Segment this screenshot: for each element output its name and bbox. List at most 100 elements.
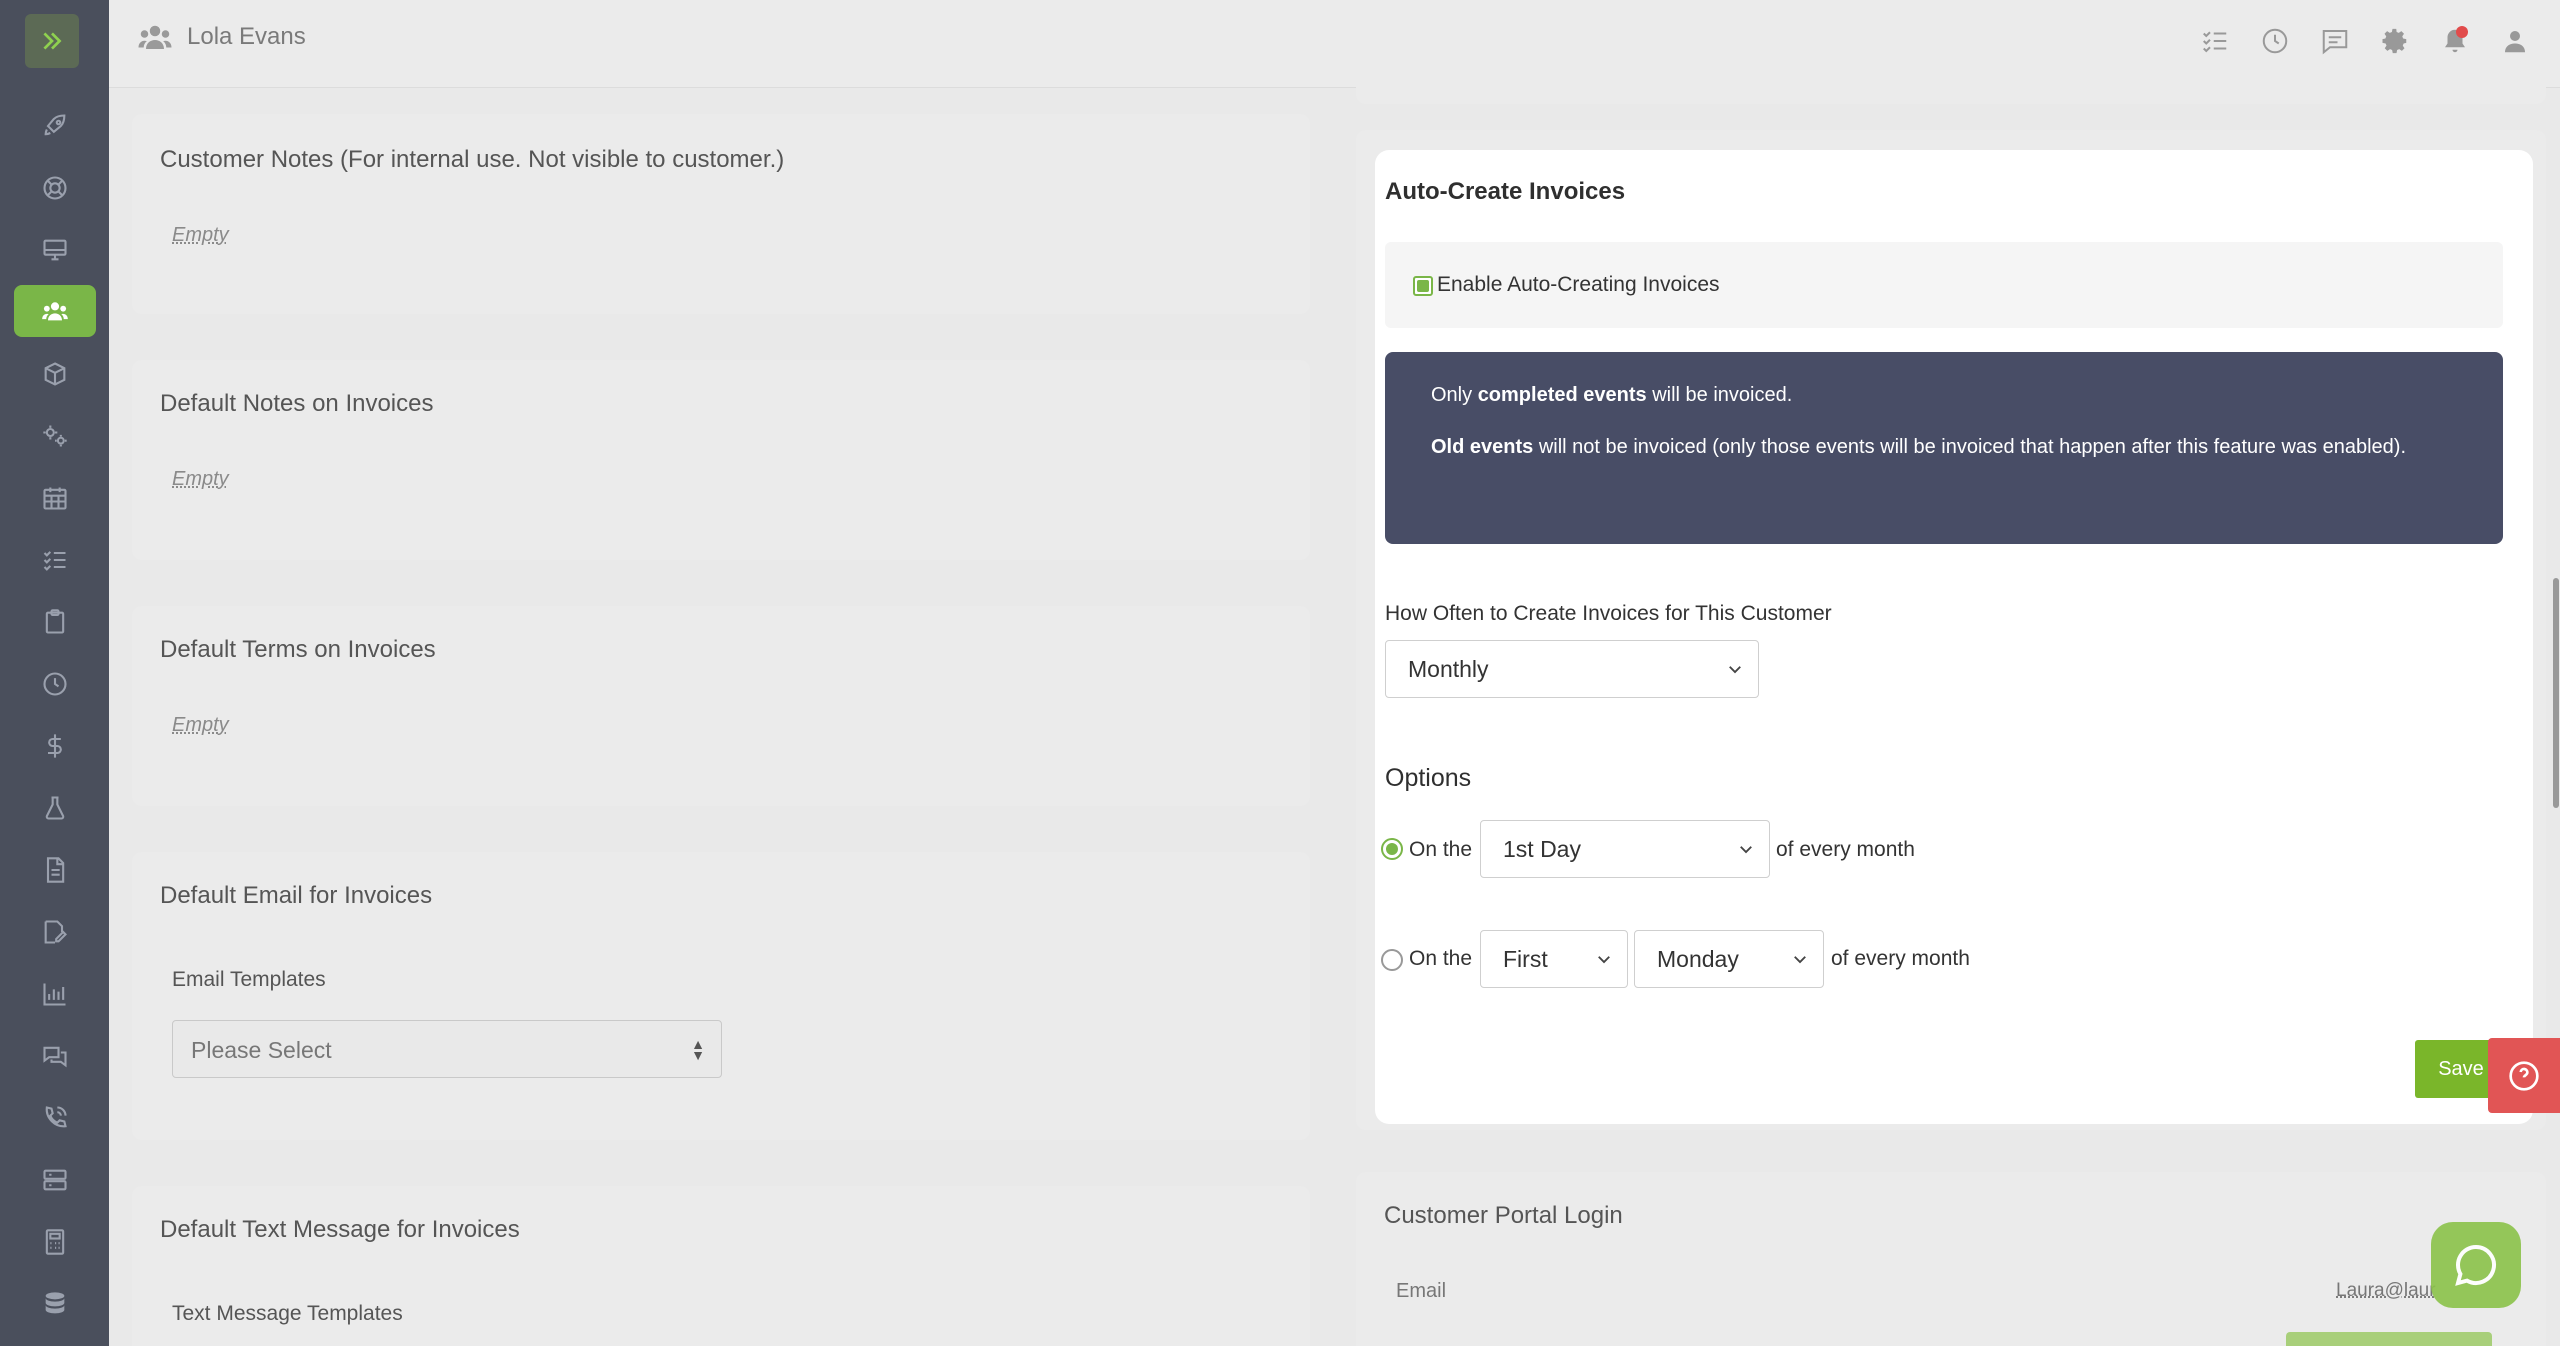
flask-icon <box>41 794 69 822</box>
sidebar-item-time[interactable] <box>14 658 96 710</box>
sidebar-item-products[interactable] <box>14 348 96 400</box>
page-scrollbar[interactable] <box>2553 578 2559 808</box>
question-circle-icon <box>2508 1060 2540 1092</box>
sidebar-item-calendar[interactable] <box>14 472 96 524</box>
settings-button[interactable] <box>2380 26 2410 56</box>
sidebar-item-documents[interactable] <box>14 844 96 896</box>
clock-icon <box>41 670 69 698</box>
info-line-2: Old events will not be invoiced (only th… <box>1431 432 2451 462</box>
live-chat-button[interactable] <box>2431 1222 2521 1308</box>
customer-breadcrumb: Lola Evans <box>137 22 306 52</box>
monitor-icon <box>41 236 69 264</box>
help-button[interactable] <box>2488 1038 2560 1113</box>
customer-notes-title: Customer Notes (For internal use. Not vi… <box>160 146 784 174</box>
dollar-icon <box>41 732 69 760</box>
frequency-select[interactable]: Monthly <box>1385 640 1759 698</box>
database-icon <box>41 1290 69 1318</box>
customer-name: Lola Evans <box>187 23 306 51</box>
sidebar-item-database[interactable] <box>14 1278 96 1330</box>
gears-icon <box>41 422 69 450</box>
default-notes-card: Default Notes on Invoices Empty <box>132 360 1310 560</box>
gear-icon <box>2380 26 2410 56</box>
option-day-prefix: On the <box>1409 838 1472 862</box>
default-email-card: Default Email for Invoices Email Templat… <box>132 852 1310 1140</box>
text-templates-label: Text Message Templates <box>172 1302 403 1326</box>
sidebar <box>0 0 109 1346</box>
lifebuoy-icon <box>41 174 69 202</box>
sort-arrows-icon: ▲ ▼ <box>691 1039 705 1061</box>
time-button[interactable] <box>2260 26 2290 56</box>
sidebar-item-customers[interactable] <box>14 285 96 337</box>
sidebar-item-monitor[interactable] <box>14 224 96 276</box>
option-day-suffix: of every month <box>1776 838 1915 862</box>
portal-email-value[interactable]: Laura@laur <box>2336 1280 2436 1302</box>
default-text-title: Default Text Message for Invoices <box>160 1216 520 1244</box>
message-icon <box>2320 26 2350 56</box>
sidebar-item-messages[interactable] <box>14 1030 96 1082</box>
notification-badge <box>2456 26 2468 38</box>
enable-auto-create-checkbox[interactable] <box>1413 276 1433 296</box>
day-value: 1st Day <box>1503 836 1581 862</box>
customer-portal-title: Customer Portal Login <box>1384 1202 1623 1230</box>
weekday-value: Monday <box>1657 946 1739 972</box>
info-alert: Only completed events will be invoiced. … <box>1385 352 2503 544</box>
chevron-down-icon <box>1791 950 1809 968</box>
option-weekday-radio[interactable] <box>1381 949 1403 971</box>
sidebar-item-dashboard[interactable] <box>14 100 96 152</box>
ordinal-select[interactable]: First <box>1480 930 1628 988</box>
rocket-icon <box>41 112 69 140</box>
sidebar-item-calculator[interactable] <box>14 1216 96 1268</box>
default-notes-title: Default Notes on Invoices <box>160 390 433 418</box>
top-actions <box>2200 26 2530 56</box>
profile-button[interactable] <box>2500 26 2530 56</box>
messages-button[interactable] <box>2320 26 2350 56</box>
enable-auto-create-label[interactable]: Enable Auto-Creating Invoices <box>1437 273 1720 297</box>
customer-notes-value[interactable]: Empty <box>172 224 229 247</box>
expand-sidebar-button[interactable] <box>25 14 79 68</box>
sidebar-item-tasks[interactable] <box>14 534 96 586</box>
option-day-radio[interactable] <box>1381 838 1403 860</box>
option-weekday-suffix: of every month <box>1831 947 1970 971</box>
default-text-card: Default Text Message for Invoices Text M… <box>132 1186 1310 1346</box>
sidebar-item-settings[interactable] <box>14 410 96 462</box>
calculator-icon <box>41 1228 69 1256</box>
sidebar-item-contracts[interactable] <box>14 906 96 958</box>
auto-create-invoices-panel: Auto-Create Invoices Enable Auto-Creatin… <box>1375 150 2533 1124</box>
chevron-down-icon <box>1737 840 1755 858</box>
email-templates-value: Please Select <box>191 1037 332 1063</box>
sidebar-item-clipboard[interactable] <box>14 596 96 648</box>
option-weekday-prefix: On the <box>1409 947 1472 971</box>
double-chevron-right-icon <box>39 28 65 54</box>
default-notes-value[interactable]: Empty <box>172 468 229 491</box>
default-terms-card: Default Terms on Invoices Empty <box>132 606 1310 806</box>
notifications-button[interactable] <box>2440 26 2470 56</box>
customer-notes-card: Customer Notes (For internal use. Not vi… <box>132 114 1310 314</box>
ordinal-value: First <box>1503 946 1548 972</box>
weekday-select[interactable]: Monday <box>1634 930 1824 988</box>
sidebar-item-storage[interactable] <box>14 1154 96 1206</box>
portal-action-button[interactable] <box>2286 1332 2492 1346</box>
sidebar-item-lab[interactable] <box>14 782 96 834</box>
storage-icon <box>41 1166 69 1194</box>
document-icon <box>41 856 69 884</box>
enable-auto-create-row: Enable Auto-Creating Invoices <box>1385 242 2503 328</box>
tasks-button[interactable] <box>2200 26 2230 56</box>
clock-icon <box>2260 26 2290 56</box>
sidebar-item-support[interactable] <box>14 162 96 214</box>
email-templates-select[interactable]: Please Select ▲ ▼ <box>172 1020 722 1078</box>
calendar-icon <box>41 484 69 512</box>
default-terms-value[interactable]: Empty <box>172 714 229 737</box>
chat-bubble-icon <box>2452 1241 2500 1289</box>
checklist-icon <box>2200 26 2230 56</box>
chart-icon <box>41 980 69 1008</box>
day-select[interactable]: 1st Day <box>1480 820 1770 878</box>
user-icon <box>2500 26 2530 56</box>
portal-email-label: Email <box>1396 1280 1446 1303</box>
sidebar-item-reports[interactable] <box>14 968 96 1020</box>
sidebar-item-calls[interactable] <box>14 1092 96 1144</box>
sidebar-item-billing[interactable] <box>14 720 96 772</box>
info-line-1: Only completed events will be invoiced. <box>1431 380 2451 410</box>
phone-icon <box>41 1104 69 1132</box>
email-templates-label: Email Templates <box>172 968 326 992</box>
users-icon <box>41 297 69 325</box>
